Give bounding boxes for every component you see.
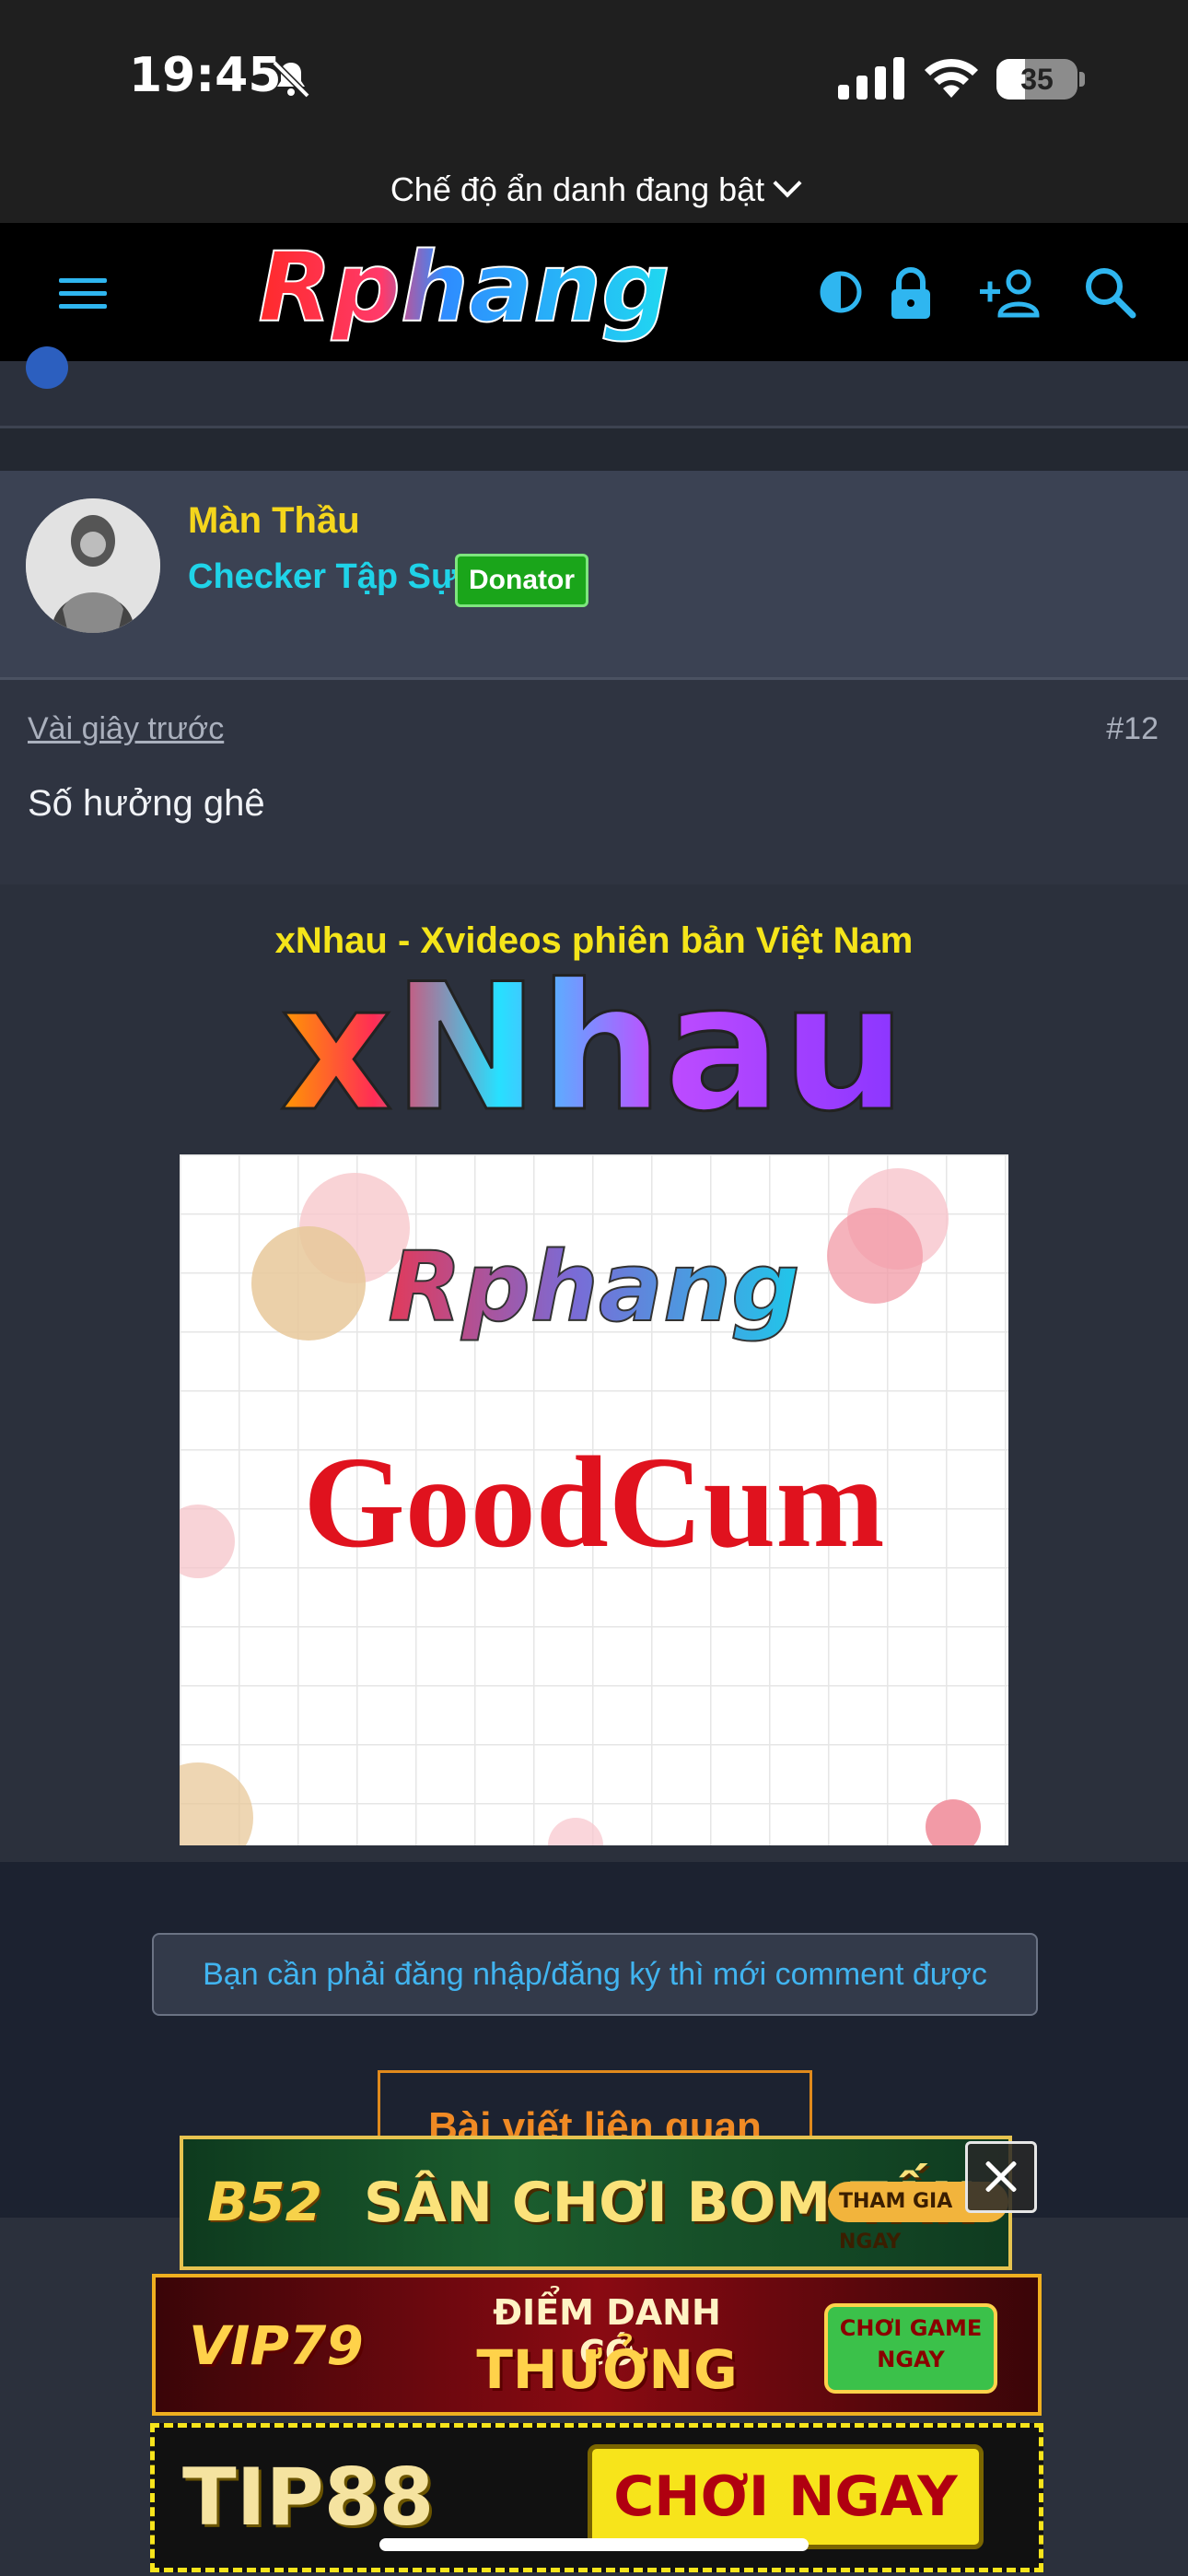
tip88-logo: TIP88 [182,2452,435,2544]
reaction-icon [26,346,68,389]
b52-ad-banner[interactable]: B52 SÂN CHƠI BOM TẤN THAM GIA NGAY [180,2136,1012,2270]
login-notice-button[interactable]: Bạn cần phải đăng nhập/đăng ký thì mới c… [152,1933,1038,2016]
post-time-link[interactable]: Vài giây trước [28,711,224,747]
post-message: Số hưởng ghê [28,783,265,824]
incognito-banner[interactable]: Chế độ ẩn danh đang bật [0,166,1188,223]
svg-text:xNhau: xNhau [280,961,906,1123]
battery-icon: 35 [996,59,1077,100]
post-number-link[interactable]: #12 [1106,711,1159,747]
home-indicator[interactable] [379,2538,809,2551]
xnhau-logo[interactable]: xNhau [243,961,943,1123]
lock-icon[interactable] [880,262,941,322]
svg-text:Rphang: Rphang [258,238,670,344]
b52-logo: B52 [207,2171,322,2233]
site-header: Rphang [0,223,1188,361]
site-logo[interactable]: Rphang [197,238,731,346]
status-bar: 19:45 35 [0,0,1188,166]
post-username[interactable]: Màn Thầu [188,500,360,542]
ad-caption-link[interactable]: xNhau - Xvideos phiên bản Việt Nam [0,920,1188,962]
svg-text:GoodCum: GoodCum [303,1429,884,1575]
post-body: Vài giây trước #12 Số hưởng ghê [0,680,1188,884]
post-user-bar: Màn Thầu Checker Tập Sự Donator [0,471,1188,680]
add-user-icon[interactable] [978,262,1046,322]
wifi-icon [925,58,978,98]
ad-image[interactable]: Rphang GoodCum [180,1154,1008,1845]
silent-bell-icon [272,60,310,99]
chevron-down-icon [773,169,802,198]
close-icon[interactable] [965,2141,1037,2213]
svg-text:Rphang: Rphang [388,1231,799,1343]
post-separator [0,428,1188,471]
cellular-signal-icon [838,57,904,100]
avatar[interactable] [26,498,160,633]
user-title: Checker Tập Sự [188,557,457,596]
battery-level: 35 [1020,63,1054,96]
ad-section: xNhau - Xvideos phiên bản Việt Nam xNhau [0,887,1188,1862]
previous-post-footer [0,346,1188,428]
vip79-line2: THƯỞNG [476,2338,738,2401]
vip79-logo: VIP79 [189,2314,364,2377]
search-icon[interactable] [1079,262,1140,322]
donator-badge: Donator [455,554,588,607]
tip88-cta-button: CHƠI NGAY [588,2444,984,2549]
incognito-label: Chế độ ẩn danh đang bật [390,170,765,208]
vip79-cta: CHƠI GAME NGAY [824,2303,997,2394]
vip79-ad-banner[interactable]: VIP79 ĐIỂM DANH CÓ THƯỞNG CHƠI GAME NGAY [152,2274,1042,2416]
menu-icon[interactable] [57,267,109,319]
contrast-toggle-icon[interactable] [810,262,871,322]
status-time: 19:45 [129,48,282,103]
